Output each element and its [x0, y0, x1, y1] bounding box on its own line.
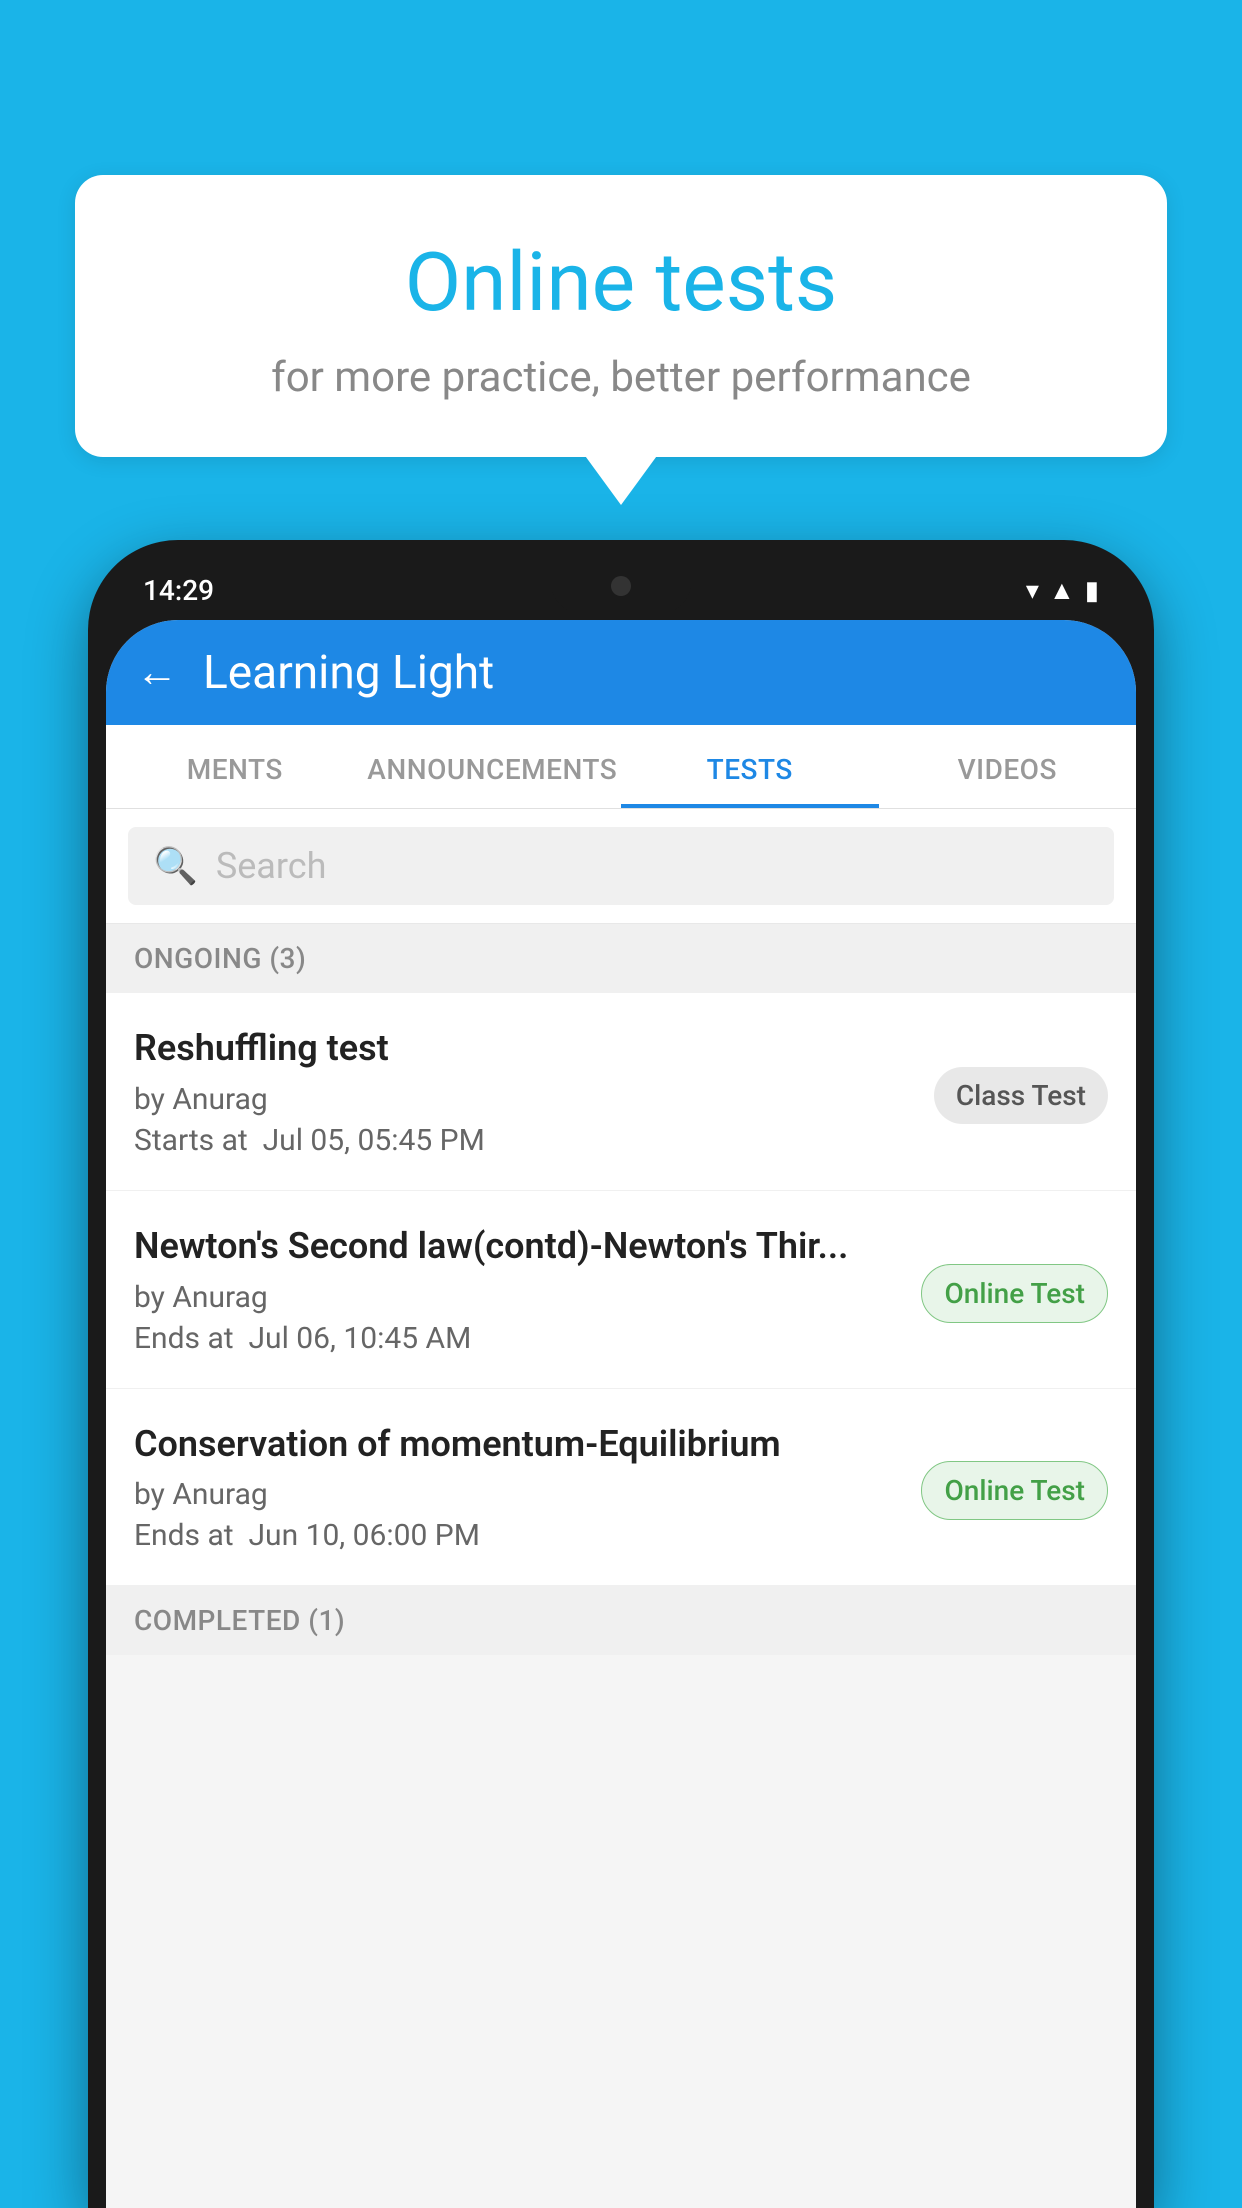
tab-announcements[interactable]: ANNOUNCEMENTS	[364, 725, 622, 808]
test-item-info: Reshuffling test by Anurag Starts at Jul…	[134, 1025, 934, 1158]
search-bar[interactable]: 🔍 Search	[128, 827, 1114, 905]
bubble-title: Online tests	[125, 235, 1117, 331]
test-badge-class: Class Test	[934, 1067, 1108, 1124]
phone-time: 14:29	[143, 574, 214, 607]
phone-screen: ← Learning Light MENTS ANNOUNCEMENTS TES…	[106, 620, 1136, 2208]
speech-bubble: Online tests for more practice, better p…	[75, 175, 1167, 457]
test-item-author: by Anurag	[134, 1280, 901, 1315]
camera	[611, 576, 631, 596]
test-badge-online: Online Test	[921, 1264, 1108, 1323]
wifi-icon: ▾	[1026, 576, 1039, 606]
status-bar: 14:29 ▾ ▲ ▮	[88, 558, 1154, 623]
test-item-name: Conservation of momentum-Equilibrium	[134, 1421, 901, 1468]
test-item-info: Newton's Second law(contd)-Newton's Thir…	[134, 1223, 921, 1356]
test-list: Reshuffling test by Anurag Starts at Jul…	[106, 993, 1136, 1586]
test-item-name: Reshuffling test	[134, 1025, 914, 1072]
test-item[interactable]: Reshuffling test by Anurag Starts at Jul…	[106, 993, 1136, 1191]
tab-ments[interactable]: MENTS	[106, 725, 364, 808]
test-item-author: by Anurag	[134, 1477, 901, 1512]
tab-tests[interactable]: TESTS	[621, 725, 879, 808]
battery-icon: ▮	[1085, 576, 1099, 606]
test-item-time: Ends at Jul 06, 10:45 AM	[134, 1321, 901, 1356]
section-completed-label: COMPLETED (1)	[106, 1586, 1136, 1655]
test-item-author: by Anurag	[134, 1082, 914, 1117]
test-item[interactable]: Newton's Second law(contd)-Newton's Thir…	[106, 1191, 1136, 1389]
signal-icon: ▲	[1049, 575, 1075, 606]
test-badge-online: Online Test	[921, 1461, 1108, 1520]
status-icons: ▾ ▲ ▮	[1026, 575, 1099, 606]
app-title: Learning Light	[203, 646, 494, 700]
back-button[interactable]: ←	[136, 648, 178, 697]
bubble-subtitle: for more practice, better performance	[125, 353, 1117, 402]
test-item-name: Newton's Second law(contd)-Newton's Thir…	[134, 1223, 901, 1270]
search-placeholder: Search	[216, 845, 327, 887]
test-item-info: Conservation of momentum-Equilibrium by …	[134, 1421, 921, 1554]
tabs-bar: MENTS ANNOUNCEMENTS TESTS VIDEOS	[106, 725, 1136, 809]
search-container: 🔍 Search	[106, 809, 1136, 924]
test-item-time: Ends at Jun 10, 06:00 PM	[134, 1518, 901, 1553]
app-header: ← Learning Light	[106, 620, 1136, 725]
tab-videos[interactable]: VIDEOS	[879, 725, 1137, 808]
test-item[interactable]: Conservation of momentum-Equilibrium by …	[106, 1389, 1136, 1587]
phone-frame: 14:29 ▾ ▲ ▮ ← Learning Light MENTS ANNOU…	[88, 540, 1154, 2208]
test-item-time: Starts at Jul 05, 05:45 PM	[134, 1123, 914, 1158]
search-icon: 🔍	[153, 845, 198, 887]
section-ongoing-label: ONGOING (3)	[106, 924, 1136, 993]
phone-notch	[551, 558, 691, 613]
